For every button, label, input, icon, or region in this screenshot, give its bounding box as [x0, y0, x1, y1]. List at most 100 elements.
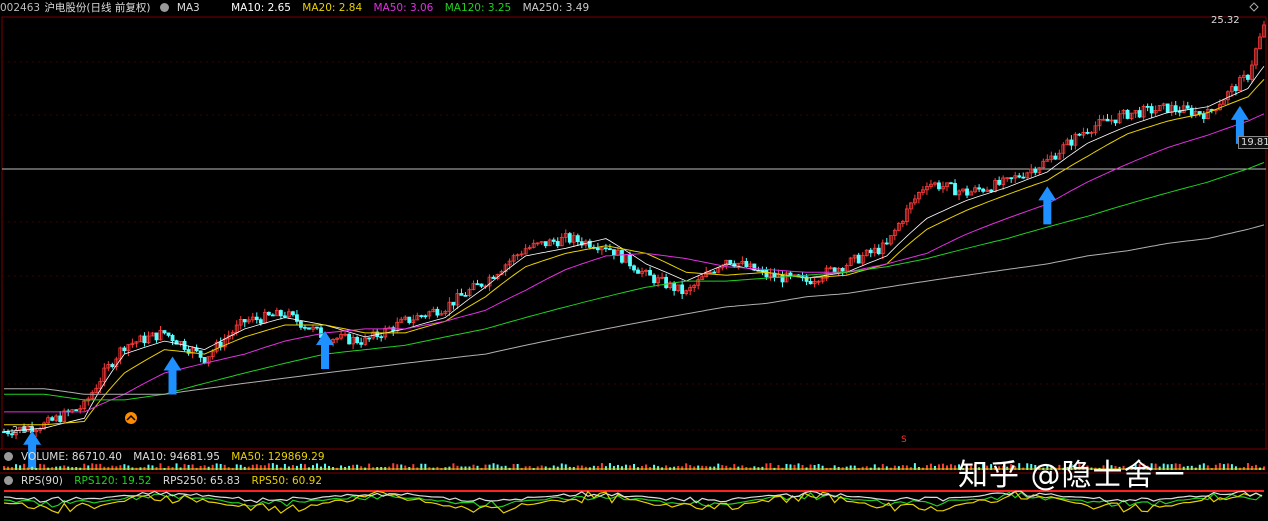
- ma-line-ma20: [4, 79, 1265, 426]
- candle-body: [1105, 118, 1110, 122]
- max-price-label: 25.32: [1211, 15, 1240, 26]
- candle-body: [575, 235, 580, 243]
- candle-body: [270, 314, 275, 317]
- candle-body: [981, 188, 986, 192]
- candle-body: [628, 254, 632, 267]
- candle-body: [303, 326, 307, 329]
- candle-body: [162, 330, 167, 334]
- candle-body: [463, 294, 468, 297]
- ref-price-label: 19.81: [1238, 136, 1268, 149]
- ma50-label: MA50: 3.06: [373, 2, 434, 14]
- candle-body: [359, 342, 364, 345]
- ma3-label[interactable]: MA3: [177, 2, 200, 14]
- up-arrow-icon: [316, 331, 335, 370]
- volume-bar: [861, 466, 864, 470]
- candle-body: [808, 281, 813, 285]
- indicator-toggle-icon[interactable]: [159, 3, 169, 12]
- candle-body: [604, 247, 608, 250]
- candle-body: [949, 182, 953, 185]
- candle-body: [142, 335, 147, 344]
- candle-body: [1125, 109, 1130, 119]
- candle-body: [58, 415, 63, 422]
- candle-body: [648, 270, 652, 276]
- candle-body: [479, 283, 484, 287]
- candle-body: [672, 282, 677, 291]
- candle-body: [1149, 106, 1154, 114]
- candle-body: [1145, 105, 1150, 108]
- candle-body: [664, 276, 669, 289]
- candle-body: [840, 267, 845, 272]
- candle-body: [110, 364, 115, 368]
- candle-body: [868, 249, 873, 254]
- ma20-label: MA20: 2.84: [302, 2, 363, 14]
- candle-body: [937, 182, 941, 190]
- candle-body: [728, 259, 733, 265]
- candle-body: [254, 316, 259, 321]
- candle-body: [632, 265, 636, 271]
- volume-ma50: MA50: 129869.29: [231, 451, 325, 463]
- volume-bar: [143, 466, 146, 470]
- candle-body: [266, 311, 271, 316]
- candle-body: [989, 189, 994, 192]
- candle-body: [567, 233, 572, 243]
- main-panel-frame: [0, 16, 1268, 474]
- candle-body: [299, 321, 303, 328]
- signal-circle-icon: [125, 412, 137, 424]
- candle-body: [291, 311, 295, 316]
- candle-body: [347, 333, 351, 345]
- candle-body: [1246, 74, 1250, 80]
- ma10-label: MA10: 2.65: [231, 2, 291, 14]
- candle-body: [608, 248, 612, 251]
- chart-header: 002463 沪电股份(日线 前复权) MA3 MA10: 2.65 MA20:…: [0, 0, 597, 16]
- ma-line-ma250: [4, 224, 1265, 395]
- candle-body: [997, 179, 1002, 185]
- candle-body: [315, 326, 319, 329]
- candle-body: [1053, 155, 1058, 160]
- volume-toggle-icon[interactable]: [4, 452, 13, 461]
- volume-ma10: MA10: 94681.95: [133, 451, 220, 463]
- candle-body: [1113, 119, 1118, 124]
- up-arrow-icon: [163, 356, 182, 395]
- volume-bar: [649, 466, 652, 470]
- candle-body: [258, 319, 263, 324]
- stock-chart: [0, 2, 1268, 514]
- candle-body: [435, 308, 440, 316]
- rps50-label: RPS50: 60.92: [251, 475, 323, 487]
- rps-header: RPS(90) RPS120: 19.52 RPS250: 65.83 RPS5…: [4, 473, 330, 489]
- candle-body: [652, 274, 656, 284]
- rps-label: RPS(90): [21, 475, 63, 487]
- candle-body: [1165, 103, 1170, 113]
- candle-body: [1234, 86, 1238, 91]
- candle-body: [1085, 132, 1090, 134]
- candle-body: [1077, 133, 1082, 136]
- candlestick-layer: [2, 20, 1266, 440]
- candle-body: [295, 314, 299, 322]
- candle-body: [712, 271, 717, 274]
- candle-body: [636, 269, 640, 274]
- s-signal-label: S: [901, 435, 907, 445]
- candle-body: [282, 315, 287, 318]
- volume-label: VOLUME: 86710.40: [21, 451, 122, 463]
- candle-body: [953, 182, 957, 196]
- ma120-label: MA120: 3.25: [444, 2, 512, 14]
- rps-panel: [3, 490, 1264, 514]
- volume-bar: [761, 466, 764, 470]
- ma250-label: MA250: 3.49: [522, 2, 590, 14]
- rps120-label: RPS120: 19.52: [74, 475, 152, 487]
- ma-line-ma10: [3, 65, 1265, 432]
- volume-bar: [673, 466, 676, 470]
- candle-body: [379, 336, 384, 339]
- candle-body: [977, 187, 981, 190]
- candle-body: [1069, 139, 1074, 146]
- candle-body: [278, 310, 283, 317]
- up-arrow-icon: [1038, 186, 1057, 225]
- candle-body: [543, 241, 548, 247]
- volume-bar: [207, 466, 210, 470]
- min-price-label: 2.57: [12, 425, 35, 436]
- volume-bar: [584, 466, 587, 470]
- diamond-icon[interactable]: [1249, 2, 1259, 12]
- candle-body: [459, 293, 464, 296]
- rps-toggle-icon[interactable]: [4, 476, 13, 485]
- candle-body: [965, 188, 969, 196]
- volume-bar: [243, 466, 246, 470]
